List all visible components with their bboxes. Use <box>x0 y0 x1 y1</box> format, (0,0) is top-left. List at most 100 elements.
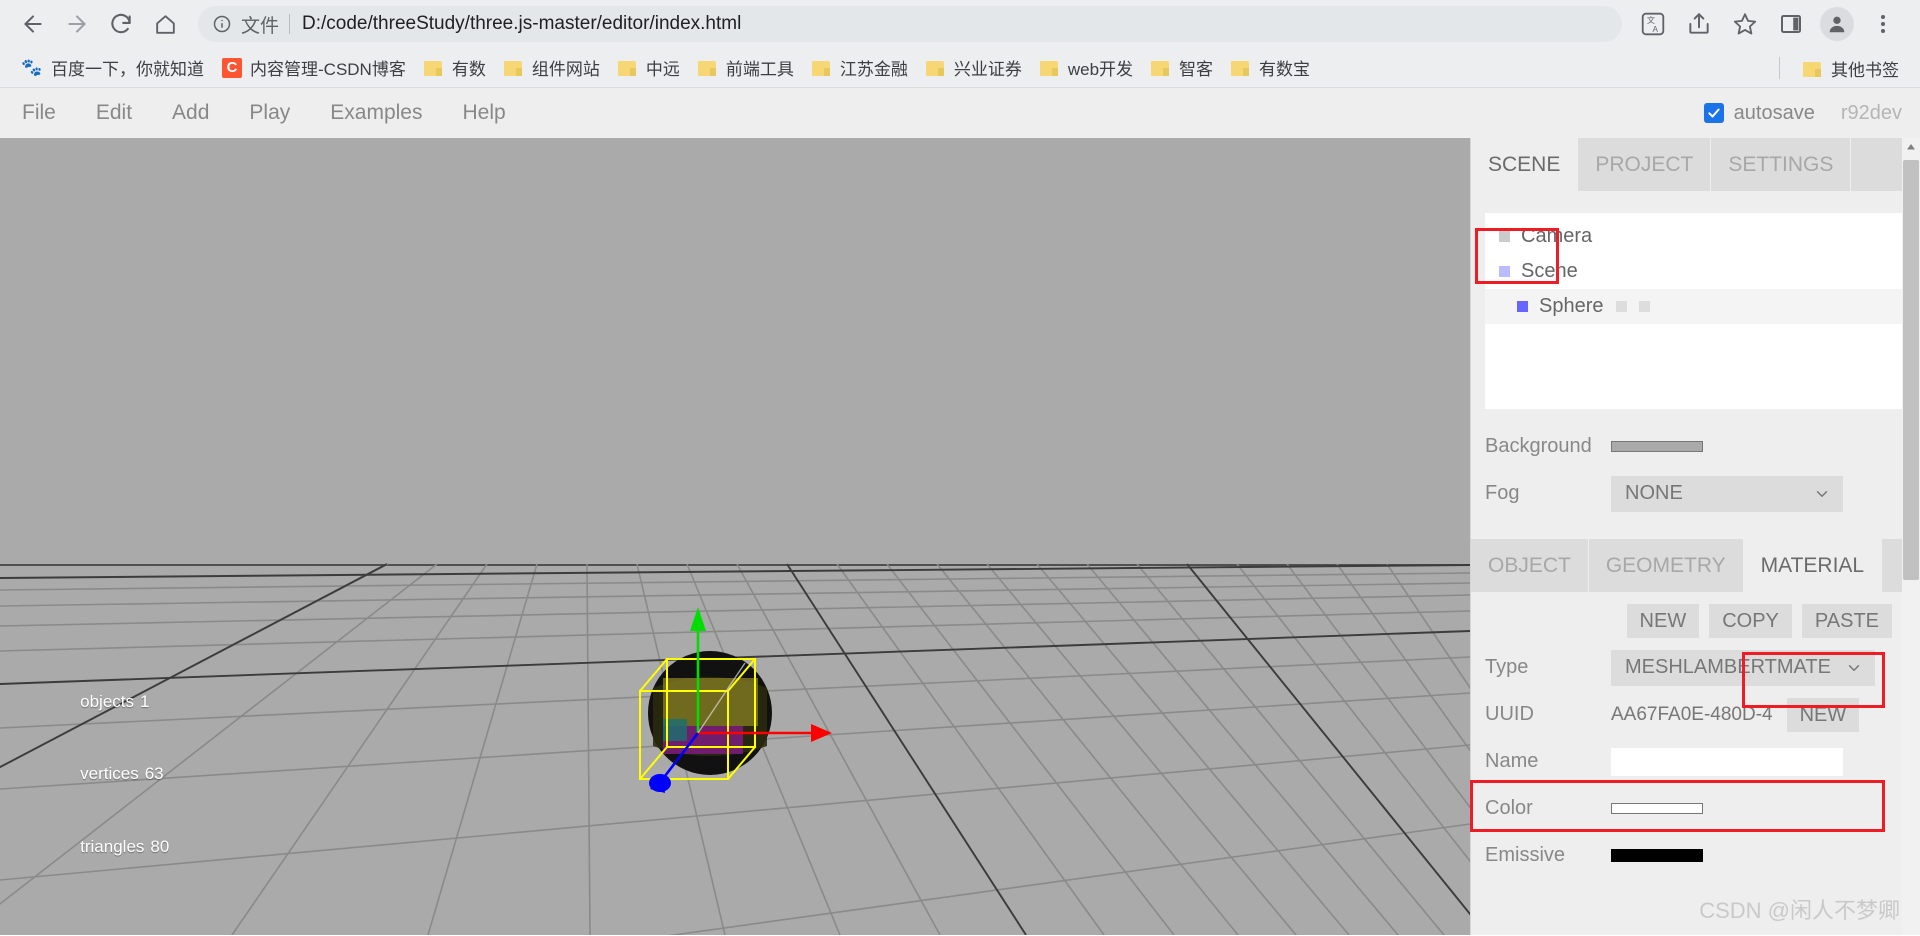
menu-examples[interactable]: Examples <box>316 88 436 138</box>
geometry-type-icon <box>1615 301 1627 312</box>
editor-menubar: File Edit Add Play Examples Help autosav… <box>0 88 1920 138</box>
back-arrow-icon[interactable] <box>14 5 52 43</box>
stat-value: 80 <box>150 836 170 856</box>
bookmark-label: 中远 <box>645 60 680 79</box>
tab-material[interactable]: MATERIAL <box>1743 539 1883 592</box>
bookmark-item[interactable]: 组件网站 <box>495 51 609 84</box>
scroll-up-arrow-icon[interactable] <box>1902 138 1920 156</box>
scene-background-row: Background <box>1471 423 1920 470</box>
address-url-text[interactable]: D:/code/threeStudy/three.js-master/edito… <box>302 13 741 35</box>
viewport-3d[interactable]: objects 1 vertices 63 triangles 80 <box>0 138 1470 935</box>
other-bookmarks-button[interactable]: 其他书签 <box>1794 52 1908 85</box>
browser-navigation-bar: 文件 D:/code/threeStudy/three.js-master/ed… <box>0 0 1920 48</box>
folder-icon <box>925 59 946 76</box>
share-icon[interactable] <box>1680 5 1718 43</box>
material-new-button[interactable]: NEW <box>1626 604 1700 638</box>
menu-help[interactable]: Help <box>448 88 519 138</box>
background-color-swatch[interactable] <box>1611 441 1703 452</box>
stat-key: triangles <box>80 836 145 856</box>
scene-outliner[interactable]: Camera Scene Sphere <box>1485 213 1906 409</box>
bookmark-item[interactable]: 有数 <box>415 51 495 84</box>
more-menu-icon[interactable] <box>1864 5 1902 43</box>
fog-select[interactable]: NONE <box>1611 475 1843 512</box>
mesh-type-icon <box>1517 301 1528 312</box>
scrollbar-thumb[interactable] <box>1903 160 1919 580</box>
material-uuid-new-button[interactable]: NEW <box>1786 697 1860 732</box>
material-uuid-label: UUID <box>1485 703 1534 725</box>
bookmark-label: 兴业证券 <box>953 60 1022 79</box>
material-paste-button[interactable]: PASTE <box>1801 604 1892 638</box>
material-emissive-label: Emissive <box>1485 844 1566 866</box>
bookmark-item[interactable]: 有数宝 <box>1222 51 1319 84</box>
bookmark-item[interactable]: 🐾 百度一下，你就知道 <box>12 51 213 84</box>
avatar[interactable] <box>1820 7 1854 41</box>
scene-fog-row: Fog NONE <box>1471 470 1920 517</box>
bookmark-item[interactable]: 中远 <box>609 51 689 84</box>
reload-icon[interactable] <box>102 5 140 43</box>
bookmark-item[interactable]: C 内容管理-CSDN博客 <box>213 51 415 84</box>
menu-file[interactable]: File <box>8 88 70 138</box>
material-type-select[interactable]: MESHLAMBERTMATE <box>1611 649 1875 686</box>
outliner-item-camera[interactable]: Camera <box>1485 219 1906 254</box>
browser-toolbar-actions: 文A <box>1630 5 1906 43</box>
bookmark-item[interactable]: 兴业证券 <box>917 51 1031 84</box>
outliner-item-label: Camera <box>1521 225 1593 247</box>
bookmark-label: web开发 <box>1067 60 1134 79</box>
material-emissive-swatch[interactable] <box>1611 849 1703 862</box>
tab-object[interactable]: OBJECT <box>1471 539 1589 592</box>
svg-text:A: A <box>1652 25 1658 34</box>
outliner-item-label: Sphere <box>1539 295 1604 317</box>
material-type-value: MESHLAMBERTMATE <box>1625 656 1831 678</box>
material-action-buttons: NEW COPY PASTE <box>1471 592 1920 638</box>
folder-icon <box>811 59 832 76</box>
tab-geometry[interactable]: GEOMETRY <box>1588 539 1744 592</box>
bookmark-item[interactable]: web开发 <box>1031 51 1142 84</box>
outliner-item-scene[interactable]: Scene <box>1485 254 1906 289</box>
folder-icon <box>1231 59 1251 76</box>
menu-play[interactable]: Play <box>235 88 304 138</box>
chevron-down-icon <box>1813 485 1831 503</box>
star-icon[interactable] <box>1726 5 1764 43</box>
material-name-input[interactable] <box>1611 747 1843 776</box>
folder-icon <box>1151 59 1171 76</box>
viewport-stats: objects 1 vertices 63 triangles 80 <box>14 642 169 907</box>
selected-object-sphere[interactable] <box>595 593 925 883</box>
material-copy-button[interactable]: COPY <box>1709 604 1792 638</box>
translate-icon[interactable]: 文A <box>1634 5 1672 43</box>
bookmark-item[interactable]: 江苏金融 <box>803 51 917 84</box>
bookmarks-divider <box>1779 57 1780 79</box>
menu-add[interactable]: Add <box>158 88 223 138</box>
bookmark-label: 前端工具 <box>725 60 794 79</box>
stat-objects: objects 1 <box>42 666 149 738</box>
sidebar-top-tabs: SCENE PROJECT SETTINGS <box>1471 138 1920 191</box>
address-scheme-label: 文件 <box>241 15 280 37</box>
browser-chrome: 文件 D:/code/threeStudy/three.js-master/ed… <box>0 0 1920 88</box>
address-bar[interactable]: 文件 D:/code/threeStudy/three.js-master/ed… <box>198 6 1622 42</box>
menubar-right-group: autosave r92dev <box>1703 88 1902 138</box>
other-bookmarks-label: 其他书签 <box>1831 60 1899 80</box>
material-name-label: Name <box>1485 750 1539 772</box>
sidebar-scrollbar[interactable] <box>1902 138 1920 935</box>
bookmarks-bar: 🐾 百度一下，你就知道 C 内容管理-CSDN博客 有数 组件网站 中远 前端工… <box>0 48 1920 88</box>
autosave-checkbox[interactable] <box>1703 103 1724 123</box>
tab-project[interactable]: PROJECT <box>1578 138 1712 191</box>
info-circle-icon[interactable] <box>212 14 232 34</box>
bookmark-item[interactable]: 智客 <box>1142 51 1222 84</box>
outliner-item-sphere[interactable]: Sphere <box>1485 289 1906 324</box>
home-icon[interactable] <box>146 5 184 43</box>
profile-avatar-icon[interactable] <box>1818 5 1856 43</box>
csdn-watermark: CSDN @闲人不梦卿 <box>1699 898 1900 923</box>
material-type-icon <box>1638 301 1650 312</box>
material-type-label: Type <box>1485 656 1529 678</box>
material-uuid-value: AA67FA0E-480D-4 <box>1611 703 1773 725</box>
menu-edit[interactable]: Edit <box>82 88 146 138</box>
tab-settings[interactable]: SETTINGS <box>1711 138 1852 191</box>
bookmark-label: 智客 <box>1179 60 1214 79</box>
sidepanel-icon[interactable] <box>1772 5 1810 43</box>
forward-arrow-icon[interactable] <box>58 5 96 43</box>
stat-value: 63 <box>144 764 164 784</box>
tab-scene[interactable]: SCENE <box>1471 138 1579 191</box>
bookmark-label: 组件网站 <box>531 60 600 79</box>
material-color-swatch[interactable] <box>1611 803 1703 814</box>
bookmark-item[interactable]: 前端工具 <box>689 51 803 84</box>
